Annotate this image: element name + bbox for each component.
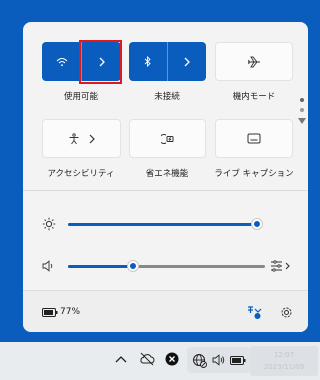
airplane-mode-label: 機内モード xyxy=(232,92,276,102)
airplane-icon xyxy=(248,56,260,67)
network-icon xyxy=(193,353,207,368)
volume-mixer-icon[interactable] xyxy=(270,259,292,273)
battery-icon xyxy=(230,355,246,365)
speaker-icon xyxy=(212,354,225,366)
tray-time: 12:07 xyxy=(273,351,295,359)
energy-saver-icon xyxy=(160,133,173,144)
wifi-label: 使用可能 xyxy=(63,92,98,102)
page-indicator[interactable] xyxy=(298,98,306,124)
accessibility-label: アクセシビリティ xyxy=(47,169,115,179)
wifi-toggle-button[interactable] xyxy=(42,42,81,81)
bluetooth-toggle-button[interactable] xyxy=(129,42,167,81)
page-dot[interactable] xyxy=(300,108,304,112)
chevron-up-icon[interactable] xyxy=(115,354,127,364)
accessibility-tile[interactable] xyxy=(42,119,121,158)
bluetooth-expand-button[interactable] xyxy=(168,42,206,81)
chevron-right-icon xyxy=(89,134,95,143)
live-caption-label: ライブ キャプション xyxy=(214,169,294,179)
highlight-box xyxy=(79,40,122,84)
brightness-icon xyxy=(42,217,56,231)
tray-clock[interactable]: 12:07 2023/11/09 xyxy=(250,346,318,376)
brightness-fill xyxy=(68,223,257,226)
energy-saver-tile[interactable] xyxy=(129,119,206,158)
close-circle-icon[interactable] xyxy=(165,352,179,366)
cloud-offline-icon[interactable] xyxy=(139,352,155,366)
accessibility-settings-icon[interactable] xyxy=(246,305,262,320)
wifi-icon xyxy=(56,57,67,66)
accessibility-icon xyxy=(69,132,79,144)
speaker-icon[interactable] xyxy=(42,260,56,272)
airplane-mode-tile[interactable] xyxy=(215,42,293,81)
volume-thumb[interactable] xyxy=(128,261,138,271)
tray-date: 2023/11/09 xyxy=(263,363,305,371)
bluetooth-tile[interactable] xyxy=(129,42,206,81)
live-caption-tile[interactable] xyxy=(215,119,293,158)
bluetooth-label: 未接続 xyxy=(154,92,180,102)
volume-slider[interactable] xyxy=(68,261,265,271)
bluetooth-icon xyxy=(144,56,151,67)
battery-icon[interactable] xyxy=(42,308,58,317)
divider xyxy=(23,190,308,191)
brightness-thumb[interactable] xyxy=(252,219,262,229)
settings-icon[interactable] xyxy=(279,305,294,320)
next-page-icon[interactable] xyxy=(298,118,306,124)
system-tray-group[interactable] xyxy=(187,347,251,373)
live-caption-icon xyxy=(247,133,261,144)
battery-percent: 77% xyxy=(60,307,81,317)
brightness-slider[interactable] xyxy=(68,219,262,229)
volume-fill xyxy=(68,265,133,268)
chevron-right-icon xyxy=(184,57,190,66)
page-dot[interactable] xyxy=(300,98,304,102)
energy-saver-label: 省エネ機能 xyxy=(145,169,189,179)
